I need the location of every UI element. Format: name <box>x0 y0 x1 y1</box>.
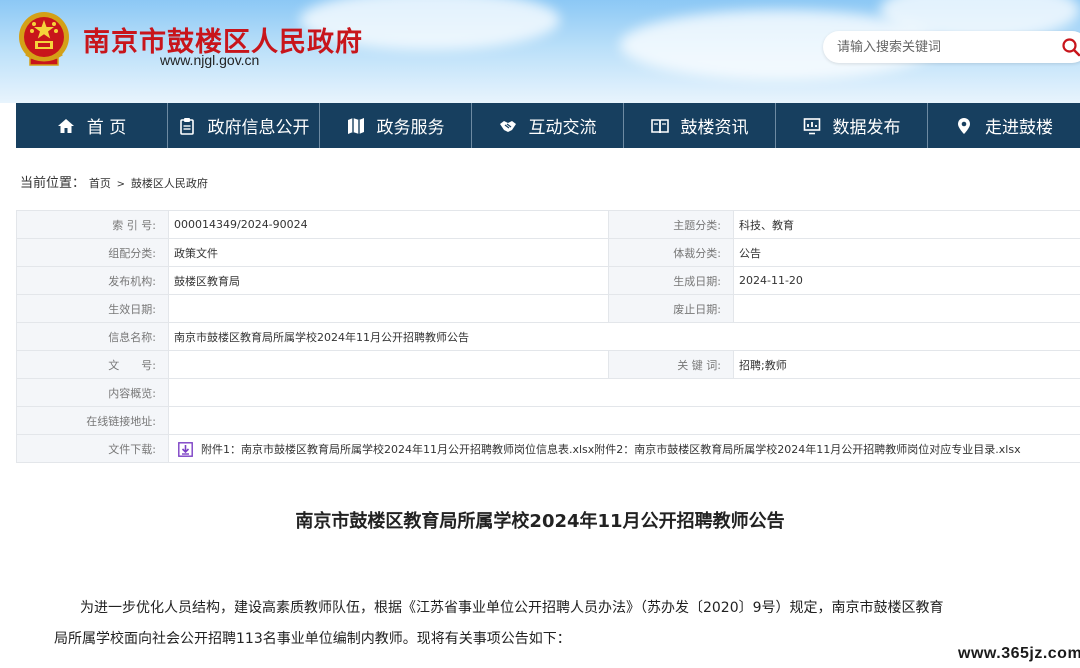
article-title: 南京市鼓楼区教育局所属学校2024年11月公开招聘教师公告 <box>295 511 785 532</box>
watermark: www.365jz.com <box>958 645 1080 662</box>
nav-item-home[interactable]: 首 页 <box>16 103 168 148</box>
book-icon <box>650 118 669 133</box>
location-pin-icon <box>957 117 970 134</box>
online-link-label: 在线链接地址: <box>16 406 169 435</box>
attachment-links[interactable]: 附件1：南京市鼓楼区教育局所属学校2024年11月公开招聘教师岗位信息表.xls… <box>201 443 1021 456</box>
info-name-label: 信息名称: <box>16 322 169 351</box>
keywords-label: 关 键 词: <box>608 350 734 379</box>
nav-item-data[interactable]: 数据发布 <box>776 103 928 148</box>
table-row: 发布机构: 鼓楼区教育局 生成日期: 2024-11-20 <box>16 266 1080 295</box>
nav-label: 首 页 <box>86 118 127 138</box>
article-paragraph-line: 为进一步优化人员结构，建设高素质教师队伍，根据《江苏省事业单位公开招聘人员办法》… <box>80 600 944 616</box>
nav-item-services[interactable]: 政务服务 <box>320 103 472 148</box>
nav-label: 政府信息公开 <box>207 118 310 138</box>
file-download-label: 文件下载: <box>16 434 169 463</box>
search-box <box>823 31 1080 63</box>
article-paragraph-line: 局所属学校面向社会公开招聘113名事业单位编制内教师。现将有关事项公告如下： <box>54 631 571 647</box>
repeal-date-label: 废止日期: <box>608 294 734 323</box>
publisher-label: 发布机构: <box>16 266 169 295</box>
index-number-label: 索 引 号: <box>16 210 169 239</box>
table-row: 文件下载: 附件1：南京市鼓楼区教育局所属学校2024年11月公开招聘教师岗位信… <box>16 434 1080 463</box>
index-number-value: 000014349/2024-90024 <box>168 210 609 239</box>
created-date-label: 生成日期: <box>608 266 734 295</box>
keywords-value: 招聘;教师 <box>733 350 1080 379</box>
org-class-label: 组配分类: <box>16 238 169 267</box>
breadcrumb-link-home[interactable]: 首页 <box>89 177 111 190</box>
breadcrumb: 当前位置： 首页 > 鼓楼区人民政府 <box>20 172 208 191</box>
table-row: 生效日期: 废止日期: <box>16 294 1080 323</box>
effective-date-value <box>168 294 609 323</box>
file-download-cell: 附件1：南京市鼓楼区教育局所属学校2024年11月公开招聘教师岗位信息表.xls… <box>168 434 1080 463</box>
doc-number-label: 文 号: <box>16 350 169 379</box>
topic-value: 科技、教育 <box>733 210 1080 239</box>
nav-item-news[interactable]: 鼓楼资讯 <box>624 103 776 148</box>
breadcrumb-link-gov[interactable]: 鼓楼区人民政府 <box>131 177 208 190</box>
table-row: 内容概览: <box>16 378 1080 407</box>
handshake-icon <box>499 120 516 132</box>
national-emblem-icon <box>19 12 69 66</box>
home-icon <box>57 118 74 133</box>
search-input[interactable] <box>837 37 1047 57</box>
online-link-value <box>168 406 1080 435</box>
info-table: 索 引 号: 000014349/2024-90024 主题分类: 科技、教育 … <box>16 210 1080 463</box>
table-row: 组配分类: 政策文件 体裁分类: 公告 <box>16 238 1080 267</box>
main-nav: 首 页 政府信息公开 政务服务 互动交流 鼓楼资讯 数据发布 走进鼓楼 <box>16 103 1080 148</box>
nav-label: 互动交流 <box>528 118 597 138</box>
site-url: www.njgl.gov.cn <box>160 52 260 68</box>
clipboard-icon <box>179 117 194 135</box>
table-row: 文 号: 关 键 词: 招聘;教师 <box>16 350 1080 379</box>
nav-label: 数据发布 <box>832 118 901 138</box>
nav-item-interaction[interactable]: 互动交流 <box>472 103 624 148</box>
table-row: 索 引 号: 000014349/2024-90024 主题分类: 科技、教育 <box>16 210 1080 239</box>
table-row: 信息名称: 南京市鼓楼区教育局所属学校2024年11月公开招聘教师公告 <box>16 322 1080 351</box>
repeal-date-value <box>733 294 1080 323</box>
nav-label: 鼓楼资讯 <box>680 118 749 138</box>
nav-item-gov-info[interactable]: 政府信息公开 <box>168 103 320 148</box>
chart-icon <box>803 117 820 134</box>
created-date-value: 2024-11-20 <box>733 266 1080 295</box>
breadcrumb-separator: > <box>116 179 126 190</box>
nav-item-about[interactable]: 走进鼓楼 <box>928 103 1080 148</box>
nav-label: 政务服务 <box>376 118 445 138</box>
genre-value: 公告 <box>733 238 1080 267</box>
download-icon[interactable] <box>178 441 193 457</box>
effective-date-label: 生效日期: <box>16 294 169 323</box>
doc-number-value <box>168 350 609 379</box>
map-icon <box>347 117 364 134</box>
genre-label: 体裁分类: <box>608 238 734 267</box>
site-header: 南京市鼓楼区人民政府 www.njgl.gov.cn <box>0 0 1080 103</box>
info-name-value: 南京市鼓楼区教育局所属学校2024年11月公开招聘教师公告 <box>168 322 1080 351</box>
nav-label: 走进鼓楼 <box>984 118 1053 138</box>
search-icon[interactable] <box>1061 37 1080 57</box>
topic-label: 主题分类: <box>608 210 734 239</box>
org-class-value: 政策文件 <box>168 238 609 267</box>
summary-label: 内容概览: <box>16 378 169 407</box>
summary-value <box>168 378 1080 407</box>
table-row: 在线链接地址: <box>16 406 1080 435</box>
breadcrumb-label: 当前位置： <box>20 176 86 191</box>
publisher-value: 鼓楼区教育局 <box>168 266 609 295</box>
